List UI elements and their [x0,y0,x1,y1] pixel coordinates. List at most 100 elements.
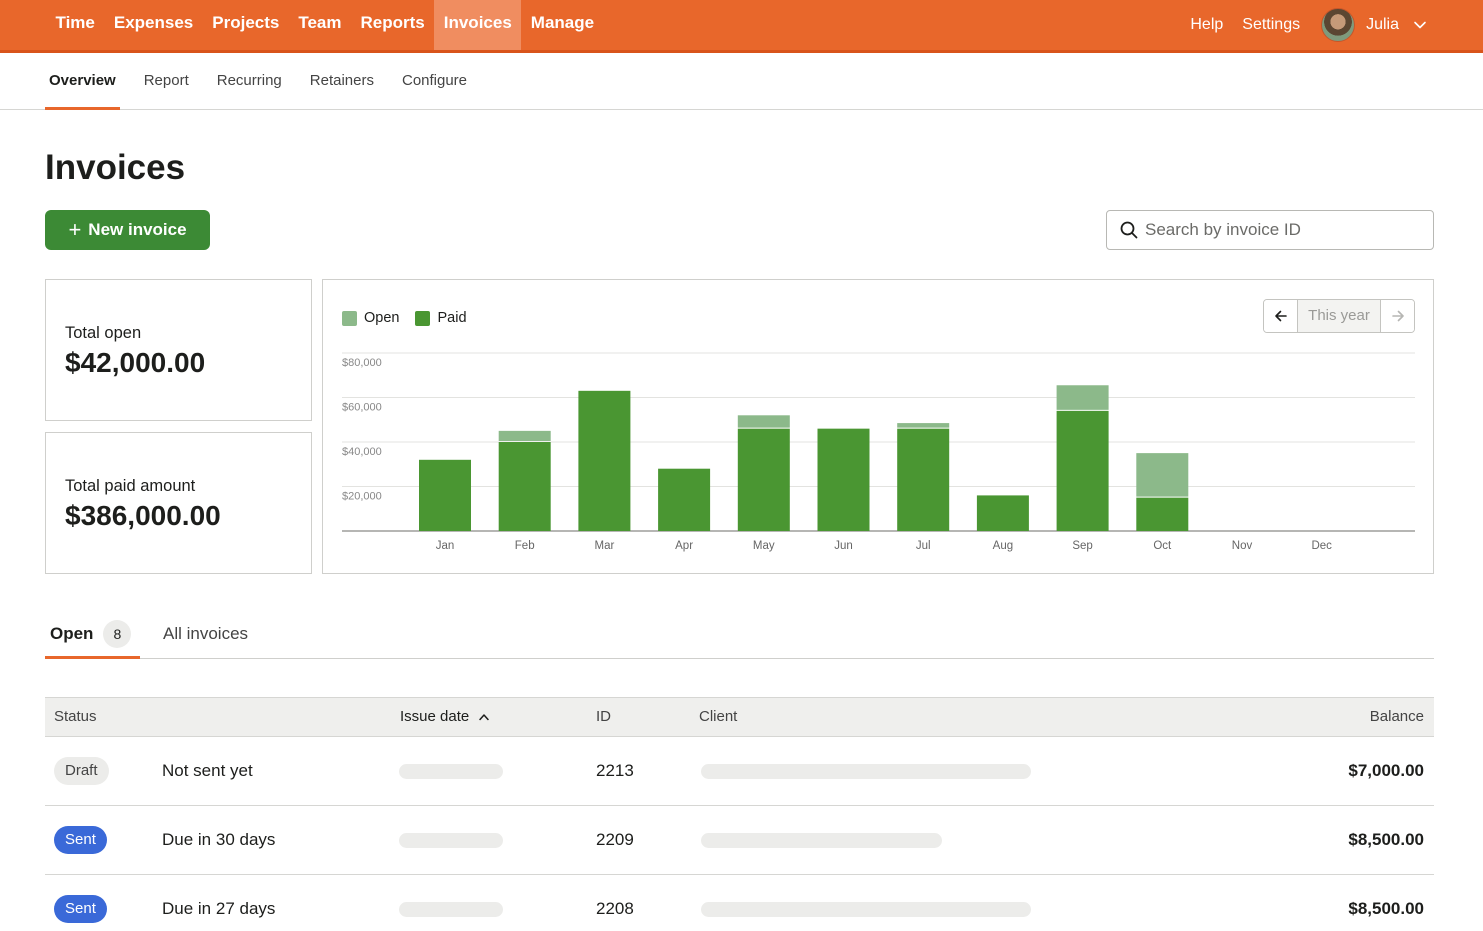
nav-expenses[interactable]: Expenses [104,0,202,50]
balance: $7,000.00 [1348,761,1424,780]
primary-nav: Time Expenses Projects Team Reports Invo… [46,0,604,50]
due-text: Not sent yet [162,761,253,780]
bar-paid-jan[interactable] [419,459,471,531]
invoice-id: 2208 [596,899,634,918]
bar-paid-sep[interactable] [1056,410,1109,531]
total-open-card: Total open $42,000.00 [45,279,312,421]
tab-open[interactable]: Open 8 [45,610,140,659]
client-placeholder [701,902,1031,917]
nav-invoices[interactable]: Invoices [434,0,522,50]
table-row[interactable]: Draft Not sent yet 2213 $7,000.00 [45,737,1434,806]
bar-chart: $20,000 $40,000 $60,000 $80,000 Jan Feb Mar Apr… [342,352,1415,552]
nav-reports[interactable]: Reports [351,0,434,50]
x-tick-label: Aug [993,540,1013,552]
search-icon [1120,221,1138,239]
issue-date-placeholder [399,764,503,779]
header-status: Status [54,708,97,725]
user-name[interactable]: Julia [1366,16,1399,34]
x-tick-label: Oct [1153,540,1172,552]
y-tick-label: $80,000 [342,357,382,369]
x-tick-label: Sep [1072,540,1092,552]
bar-paid-jul[interactable] [897,428,950,531]
help-link[interactable]: Help [1190,16,1223,34]
invoice-id: 2209 [596,830,634,849]
bar-paid-may[interactable] [737,428,790,531]
nav-projects[interactable]: Projects [203,0,289,50]
bar-paid-feb[interactable] [498,442,551,531]
subtab-overview[interactable]: Overview [45,53,120,110]
sub-navigation: Overview Report Recurring Retainers Conf… [0,53,1483,110]
page-title: Invoices [45,148,186,187]
total-open-label: Total open [65,324,142,342]
y-tick-label: $60,000 [342,402,382,414]
plus-icon: + [68,217,82,242]
bar-paid-apr[interactable] [658,468,711,531]
y-tick-label: $20,000 [342,491,382,503]
bar-open-oct[interactable] [1136,453,1189,497]
status-badge: Sent [54,826,107,854]
table-header: Status Issue date ID Client Balance [45,697,1434,737]
bar-open-jul[interactable] [897,423,950,428]
bar-paid-mar[interactable] [578,390,631,531]
x-tick-label: Mar [594,540,614,552]
tab-open-label: Open [50,624,94,643]
total-paid-value: $386,000.00 [65,500,221,531]
bar-paid-oct[interactable] [1136,497,1189,531]
header-issue-date-label: Issue date [400,708,470,725]
top-navigation: Time Expenses Projects Team Reports Invo… [0,0,1483,53]
status-badge: Draft [54,757,109,785]
header-balance: Balance [1369,708,1424,725]
open-count-badge: 8 [103,620,132,648]
x-tick-label: Nov [1232,540,1253,552]
x-tick-label: Dec [1311,540,1332,552]
new-invoice-label: New invoice [88,220,187,239]
x-tick-label: Feb [515,540,535,552]
total-open-value: $42,000.00 [65,347,206,378]
nav-manage[interactable]: Manage [521,0,603,50]
x-tick-label: Jul [916,540,931,552]
invoice-table: Status Issue date ID Client Balance Draf… [45,697,1434,931]
settings-link[interactable]: Settings [1242,16,1300,34]
x-tick-label: Apr [675,540,693,552]
x-tick-label: May [753,540,775,552]
table-row[interactable]: Sent Due in 27 days 2208 $8,500.00 [45,875,1434,931]
bar-paid-aug[interactable] [976,495,1029,531]
total-paid-card: Total paid amount $386,000.00 [45,432,312,574]
subtab-retainers[interactable]: Retainers [296,53,388,109]
issue-date-placeholder [399,902,503,917]
header-id: ID [596,708,611,725]
nav-time[interactable]: Time [46,0,104,50]
search-box [1106,210,1434,250]
chevron-down-icon[interactable] [1413,18,1427,32]
balance: $8,500.00 [1348,899,1424,918]
tab-all-invoices[interactable]: All invoices [163,610,248,658]
bar-open-may[interactable] [737,415,790,428]
status-badge: Sent [54,895,107,923]
search-input[interactable] [1145,220,1425,240]
due-text: Due in 30 days [162,830,276,849]
nav-team[interactable]: Team [289,0,351,50]
new-invoice-button[interactable]: + New invoice [45,210,210,250]
avatar[interactable] [1321,8,1356,42]
subtab-report[interactable]: Report [130,53,203,109]
y-tick-label: $40,000 [342,446,382,458]
bar-open-sep[interactable] [1056,385,1109,410]
header-issue-date[interactable]: Issue date [400,698,490,736]
balance: $8,500.00 [1348,830,1424,849]
secondary-nav: Help Settings Julia [1171,0,1427,50]
invoice-chart-card: Open Paid This year $20,000 $40,000 $60,00… [322,279,1434,574]
subtab-recurring[interactable]: Recurring [203,53,296,109]
invoice-list-tabs: Open 8 All invoices [45,610,1434,659]
table-row[interactable]: Sent Due in 30 days 2209 $8,500.00 [45,806,1434,875]
total-paid-label: Total paid amount [65,477,196,495]
header-client: Client [699,708,738,725]
subnav-tabs: Overview Report Recurring Retainers Conf… [45,53,481,110]
due-text: Due in 27 days [162,899,276,918]
client-placeholder [701,833,942,848]
x-tick-label: Jun [834,540,853,552]
issue-date-placeholder [399,833,503,848]
invoice-id: 2213 [596,761,634,780]
bar-open-feb[interactable] [498,430,551,441]
bar-paid-jun[interactable] [817,428,870,531]
subtab-configure[interactable]: Configure [388,53,481,109]
